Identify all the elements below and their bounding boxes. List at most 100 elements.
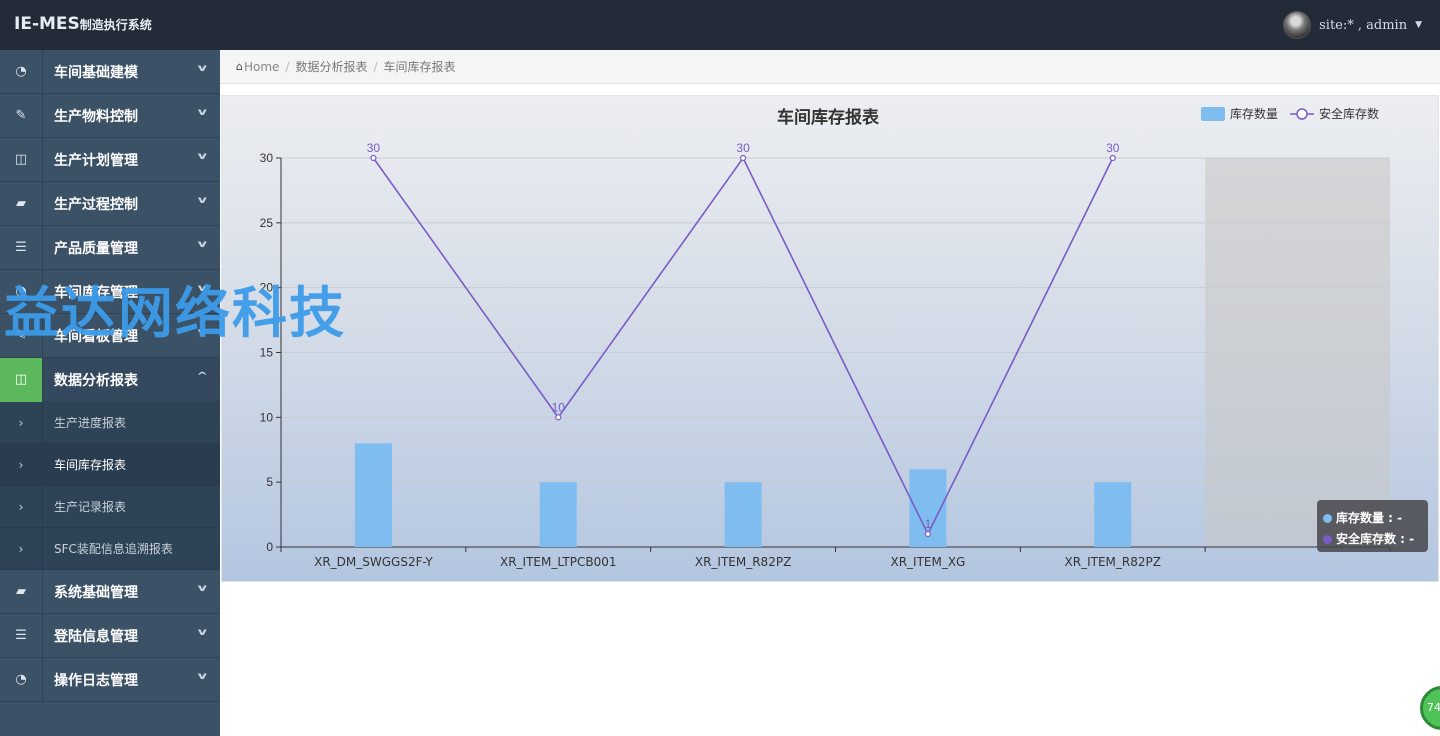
chart-title: 车间库存报表: [777, 107, 880, 128]
x-tick-label: XR_ITEM_R82PZ: [695, 555, 791, 569]
bar: [724, 482, 762, 547]
chevron-right-icon: ›: [0, 443, 43, 486]
chart-tooltip: 库存数量 : - 安全库存数 : -: [1317, 500, 1428, 552]
tooltip-row-stock-text: 库存数量 : -: [1336, 511, 1403, 525]
sidebar-subitem-label: 车间库存报表: [54, 458, 127, 472]
chevron-down-icon: v: [198, 63, 208, 74]
sidebar-subitem[interactable]: › 车间库存报表: [0, 443, 220, 486]
y-tick-label: 0: [266, 540, 273, 554]
home-icon[interactable]: ⌂: [236, 60, 243, 73]
bar-series-dot-icon: [1323, 514, 1332, 523]
edit-icon: ✎: [0, 93, 43, 138]
chevron-right-icon: ›: [0, 485, 43, 528]
dashboard-icon: ◔: [0, 49, 43, 94]
tooltip-row-safety: 安全库存数 : -: [1323, 529, 1422, 550]
chevron-down-icon: v: [198, 151, 208, 162]
x-tick-label: XR_ITEM_LTPCB001: [500, 555, 616, 569]
legend-line-marker: [1296, 108, 1308, 120]
sidebar-item-label: 产品质量管理: [54, 240, 138, 257]
breadcrumb-level2: 车间库存报表: [383, 60, 456, 74]
sidebar-item[interactable]: ◔ 车间库存管理 v: [0, 269, 220, 314]
x-tick-label: XR_ITEM_XG: [890, 555, 965, 569]
sidebar-item-label: 生产计划管理: [54, 152, 138, 169]
legend-line-label: 安全库存数: [1319, 106, 1379, 121]
sidebar-subitem-label: 生产进度报表: [54, 416, 127, 430]
sidebar-item[interactable]: ✎ 生产物料控制 v: [0, 93, 220, 138]
line-point: [555, 414, 562, 421]
sidebar-subitem-label: 生产记录报表: [54, 500, 127, 514]
dashboard-icon: ◔: [0, 657, 43, 702]
sidebar-item[interactable]: ◫ 数据分析报表 ^: [0, 357, 220, 402]
sidebar-item[interactable]: ▰ 系统基础管理 v: [0, 569, 220, 614]
chevron-down-icon: v: [198, 671, 208, 682]
app-title[interactable]: IE-MES制造执行系统: [14, 14, 152, 34]
list-icon: ☰: [0, 225, 43, 270]
breadcrumb-home[interactable]: Home: [244, 60, 279, 74]
line-point: [370, 154, 377, 162]
inventory-chart: 0 5 10 15 20 25 30 XR_DM_SWGGS2F-Y XR_ITEM_LTPCB…: [260, 106, 1391, 569]
line-point: [739, 154, 747, 162]
y-tick-label: 20: [260, 281, 274, 295]
chevron-down-icon: v: [198, 327, 208, 338]
sidebar-subitem[interactable]: › 生产记录报表: [0, 485, 220, 528]
dashboard-icon: ◔: [0, 269, 43, 314]
tooltip-row-safety-text: 安全库存数 : -: [1336, 532, 1415, 546]
sidebar-item[interactable]: ◔ 操作日志管理 v: [0, 657, 220, 702]
chevron-down-icon: v: [198, 627, 208, 638]
sidebar-item-label: 车间看板管理: [54, 328, 138, 345]
breadcrumb: ⌂ Home / 数据分析报表 / 车间库存报表: [220, 50, 1440, 84]
y-tick-label: 10: [260, 410, 274, 424]
top-bar: IE-MES制造执行系统 site:* , admin ▼: [0, 0, 1440, 50]
edit-icon: ✎: [0, 313, 43, 358]
sidebar-item[interactable]: ☰ 产品质量管理 v: [0, 225, 220, 270]
line-point: [924, 530, 932, 538]
breadcrumb-separator: /: [285, 59, 290, 74]
list-icon: ☰: [0, 613, 43, 658]
sidebar-item[interactable]: ☰ 登陆信息管理 v: [0, 613, 220, 658]
chevron-right-icon: ›: [0, 401, 43, 444]
bar: [354, 443, 392, 547]
floating-badge[interactable]: 74: [1420, 686, 1440, 730]
chevron-down-icon: v: [198, 107, 208, 118]
avatar[interactable]: [1283, 11, 1312, 39]
chart-panel: 0 5 10 15 20 25 30 XR_DM_SWGGS2F-Y XR_ITEM_LTPCB…: [221, 95, 1439, 582]
sidebar-item-label: 生产物料控制: [54, 108, 138, 125]
user-menu[interactable]: site:* , admin ▼: [1283, 11, 1422, 39]
book-icon: ▰: [0, 569, 43, 614]
chevron-down-icon: v: [198, 283, 208, 294]
y-tick-label: 25: [260, 216, 274, 230]
line-series-dot-icon: [1323, 535, 1332, 544]
y-tick-label: 5: [266, 475, 273, 489]
data-label: 1: [925, 517, 932, 531]
sidebar-item[interactable]: ✎ 车间看板管理 v: [0, 313, 220, 358]
bar: [1094, 482, 1132, 547]
legend-bar-swatch: [1201, 107, 1225, 121]
y-tick-label: 30: [260, 151, 274, 165]
data-label: 10: [552, 400, 566, 414]
columns-icon: ◫: [0, 137, 43, 182]
line-point: [1109, 154, 1116, 162]
user-label: site:* , admin: [1319, 17, 1408, 33]
sidebar-subitem[interactable]: › 生产进度报表: [0, 401, 220, 444]
x-tick-label: XR_ITEM_R82PZ: [1065, 555, 1161, 569]
sidebar-item-label: 操作日志管理: [54, 672, 138, 689]
sidebar-item-label: 生产过程控制: [54, 196, 138, 213]
sidebar-item-label: 车间基础建模: [54, 64, 138, 81]
data-label: 30: [367, 141, 381, 155]
book-icon: ▰: [0, 181, 43, 226]
app-title-main: IE-MES: [14, 14, 80, 34]
chevron-right-icon: ›: [0, 527, 43, 570]
y-tick-label: 15: [260, 346, 274, 360]
sidebar-item[interactable]: ◫ 生产计划管理 v: [0, 137, 220, 182]
chevron-down-icon: v: [198, 583, 208, 594]
sidebar-subitem[interactable]: › SFC装配信息追溯报表: [0, 527, 220, 570]
app-title-sub: 制造执行系统: [79, 18, 152, 32]
bar: [539, 482, 577, 547]
sidebar-item[interactable]: ◔ 车间基础建模 v: [0, 49, 220, 94]
data-label: 30: [736, 141, 750, 155]
sidebar-subitem-label: SFC装配信息追溯报表: [54, 542, 173, 556]
breadcrumb-level1[interactable]: 数据分析报表: [295, 58, 367, 75]
columns-icon: ◫: [0, 357, 43, 402]
sidebar-item[interactable]: ▰ 生产过程控制 v: [0, 181, 220, 226]
sidebar-item-label: 系统基础管理: [54, 584, 138, 601]
